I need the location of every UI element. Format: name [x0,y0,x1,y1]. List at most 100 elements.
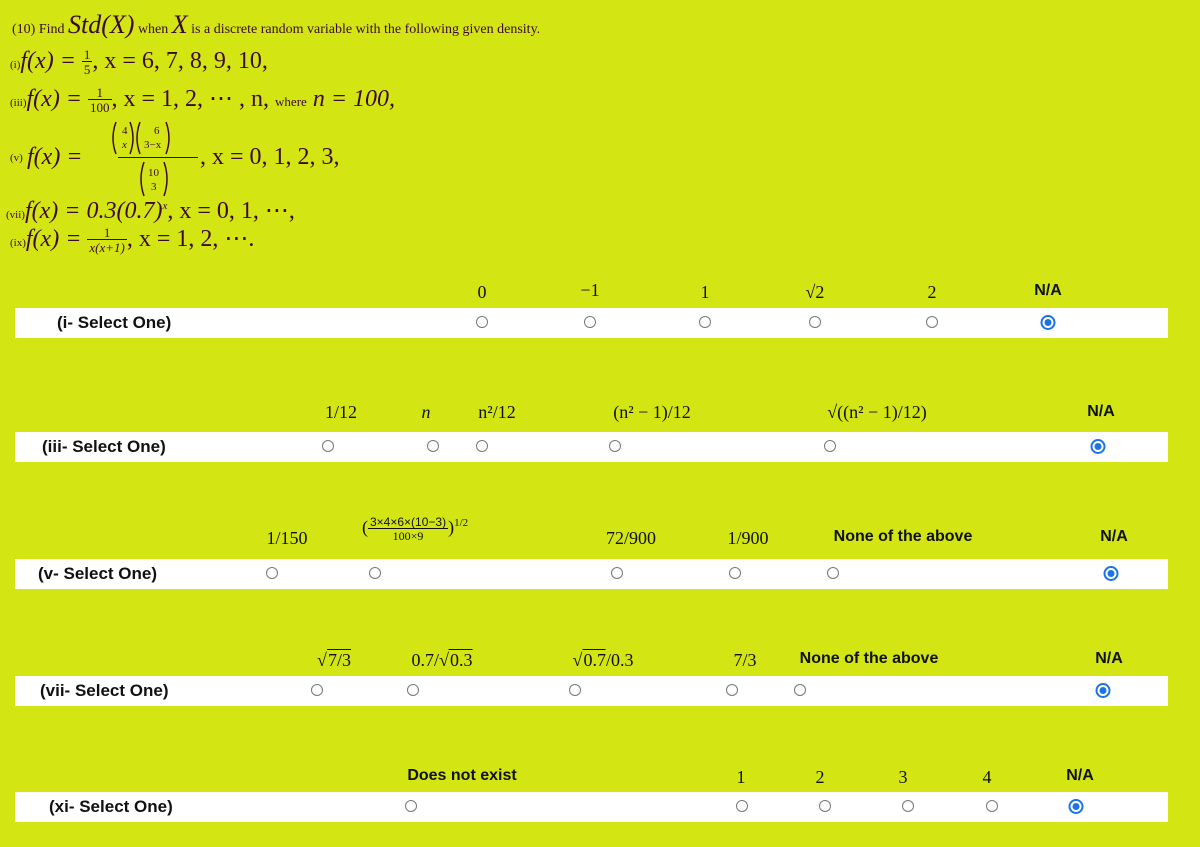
option-label: N/A [1095,650,1123,667]
option-label: 1 [700,282,710,302]
binomial-denominator-icon: 10 3 [140,161,168,197]
sqrt-body: 0.7 [582,649,606,670]
radio-option-1[interactable] [736,800,748,812]
option-fraction: 3×4×6×(10−3) 100×9 [368,515,449,542]
density-iii: (iii)f(x) = 1 100, x = 1, 2, ⋯ , n, where… [10,84,395,114]
radio-option-2[interactable] [819,800,831,812]
radio-option-sqrt07-03[interactable] [569,684,581,696]
density-tail: , x = 0, 1, 2, 3, [200,144,340,170]
radio-option-4[interactable] [986,800,998,812]
svg-text:3−x: 3−x [144,139,162,151]
option-part: 0.7/ [411,650,440,670]
option-label: Does not exist [407,767,517,784]
radio-option-n[interactable] [427,440,439,452]
density-cond: n = 100, [312,86,396,112]
radio-option-none[interactable] [827,567,839,579]
radio-option-0[interactable] [476,316,488,328]
option-label: n²/12 [478,402,516,422]
option-label: √0.7/0.3 [572,649,634,670]
option-label: 3 [898,767,908,787]
option-label: N/A [1066,767,1094,784]
svg-text:4: 4 [122,125,128,137]
svg-text:10: 10 [148,167,160,179]
svg-text:6: 6 [154,125,160,137]
density-tag: (i) [10,59,21,71]
binomial-numerator: 4 x 6 3−x [110,120,190,160]
density-lhs: f(x) = [26,86,83,112]
frac-num: 1 [103,225,111,241]
sqrt-body: 0.3 [448,649,473,670]
row-label: (iii- Select One) [42,437,166,456]
option-label: 2 [815,767,825,787]
option-label: √2 [805,282,825,302]
radio-option-sqrt2[interactable] [809,316,821,328]
density-lhs: f(x) = [20,48,76,74]
density-i: (i)f(x) = 15, x = 6, 7, 8, 9, 10, [10,48,268,76]
frac-den: 100 [88,99,112,116]
header-prefix: Find [38,22,65,37]
density-tail: , x = 6, 7, 8, 9, 10, [92,48,268,74]
density-tail: , x = 1, 2, ⋯ , n, [111,86,270,112]
header-when: when [137,22,169,37]
row-label: (i- Select One) [57,313,172,332]
radio-option-1[interactable] [699,316,711,328]
fraction-bar [118,157,198,158]
density-where: where [275,94,307,109]
radio-option-sqrt7-3[interactable] [311,684,323,696]
option-label: (n² − 1)/12 [613,402,691,422]
radio-option-n2m1-12[interactable] [609,440,621,452]
option-part: /0.3 [605,650,634,670]
radio-option-neg1[interactable] [584,316,596,328]
radio-option-07-sqrt03[interactable] [407,684,419,696]
answer-row: (v- Select One) [15,559,1168,589]
frac-num: 1 [96,85,104,101]
answer-row: (vii- Select One) [15,676,1168,706]
radio-option-sqrt-n2m1-12[interactable] [824,440,836,452]
density-fraction: 1 x(x+1) [87,225,127,254]
radio-option-na[interactable] [1090,439,1106,454]
option-label: 0 [477,282,487,302]
radio-option-does-not-exist[interactable] [405,800,417,812]
option-label: 2 [927,282,937,302]
std-function: Std(X) [68,10,135,39]
radio-option-na[interactable] [1095,683,1111,698]
radio-option-na[interactable] [1040,315,1056,330]
radio-option-7-3[interactable] [726,684,738,696]
density-lhs: f(x) = [25,226,82,252]
radio-option-na[interactable] [1068,799,1084,814]
row-label: (vii- Select One) [40,681,169,700]
density-tag: (vii) [6,209,25,221]
binomial-numerator-icon: 4 x 6 3−x [112,121,170,155]
option-label: N/A [1034,282,1062,299]
header-rest: is a discrete random variable with the f… [191,22,541,37]
density-tag: (v) [10,152,23,164]
density-tail: , x = 0, 1, ⋯, [167,198,295,224]
option-label: −1 [580,280,600,300]
random-variable: X [171,10,188,39]
radio-option-2[interactable] [926,316,938,328]
radio-option-3[interactable] [902,800,914,812]
frac-num: 1 [83,47,91,63]
radio-option-none[interactable] [794,684,806,696]
radio-option-72-900[interactable] [611,567,623,579]
radio-option-1-12[interactable] [322,440,334,452]
sqrt-body: 7/3 [326,649,351,670]
radio-option-sqrt-expr[interactable] [369,567,381,579]
density-fraction: 15 [81,47,93,76]
option-label: 1/900 [727,528,769,548]
radio-option-n2-12[interactable] [476,440,488,452]
option-label: 1/12 [324,402,358,422]
density-ix: (ix)f(x) = 1 x(x+1), x = 1, 2, ⋯. [10,224,254,254]
frac-num: 3×4×6×(10−3) [370,515,447,529]
option-label: None of the above [799,650,939,667]
option-label: √7/3 [317,649,351,670]
radio-option-1-150[interactable] [266,567,278,579]
row-label: (v- Select One) [38,564,158,583]
radio-option-na[interactable] [1103,566,1119,581]
row-label: (xi- Select One) [49,797,173,816]
density-tail: , x = 1, 2, ⋯. [126,226,255,252]
density-tag: (iii) [10,97,27,109]
option-exponent: 1/2 [454,517,469,530]
radio-option-1-900[interactable] [729,567,741,579]
svg-text:x: x [121,139,127,151]
